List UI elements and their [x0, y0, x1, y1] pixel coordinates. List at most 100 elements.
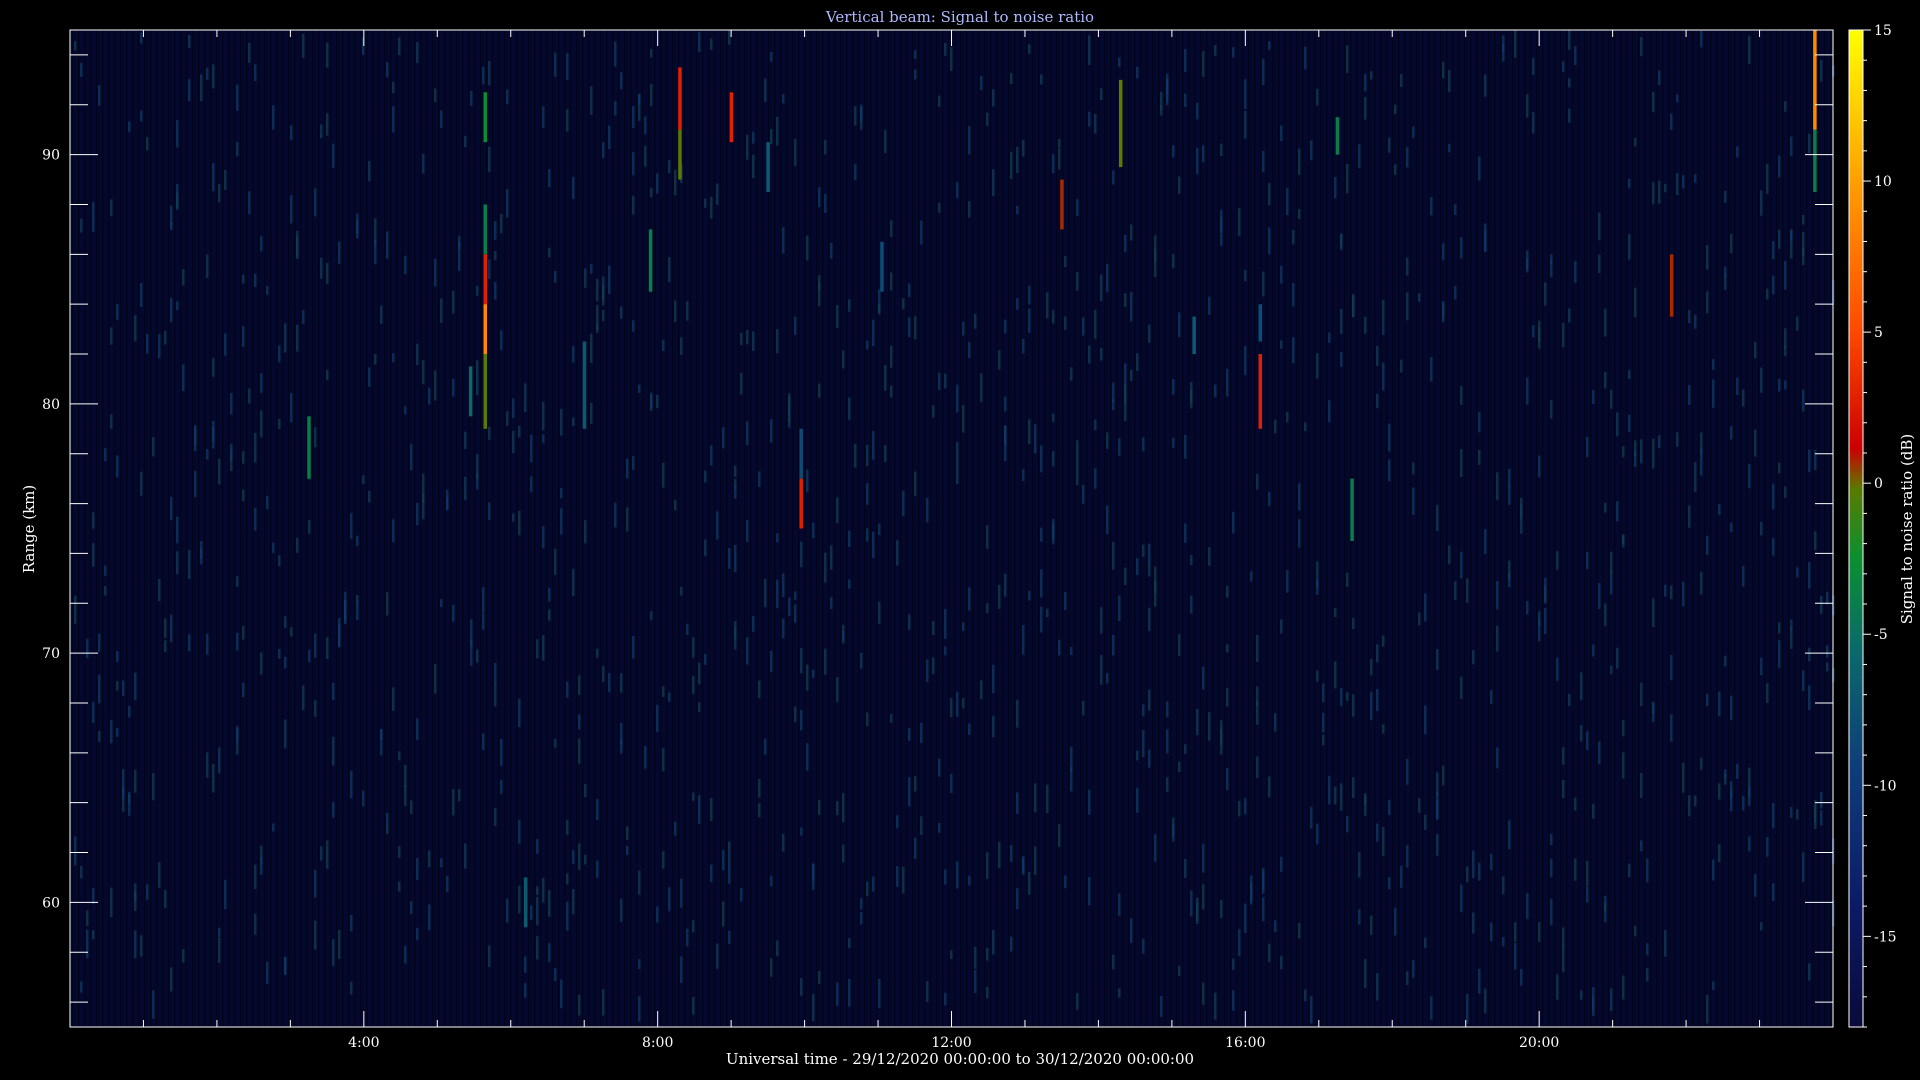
noise-speck: [1100, 88, 1103, 100]
profile-gap: [720, 30, 722, 1027]
noise-speck: [1040, 527, 1043, 542]
noise-speck: [1466, 578, 1469, 603]
noise-speck: [518, 425, 521, 438]
noise-speck: [182, 364, 185, 392]
noise-speck: [1346, 45, 1349, 74]
noise-speck: [704, 653, 707, 665]
profile-gap: [318, 30, 320, 1027]
noise-speck: [302, 685, 305, 711]
noise-speck: [632, 456, 635, 470]
noise-speck: [662, 748, 665, 772]
noise-speck: [956, 442, 959, 469]
noise-speck: [314, 427, 317, 448]
echo-segment-18: [1118, 79, 1123, 168]
colorbar-label: Signal to noise ratio (dB): [1898, 434, 1916, 625]
noise-speck: [1292, 283, 1295, 307]
noise-speck: [1166, 777, 1169, 792]
profile-gap: [1608, 30, 1610, 1027]
profile-gap: [384, 30, 386, 1027]
profile-gap: [432, 30, 434, 1027]
noise-speck: [758, 779, 761, 798]
noise-speck: [1358, 852, 1361, 878]
profile-gap: [1230, 30, 1232, 1027]
noise-speck: [1106, 263, 1109, 292]
noise-speck: [962, 321, 965, 336]
noise-speck: [1568, 78, 1571, 88]
noise-speck: [1244, 798, 1247, 815]
noise-speck: [956, 182, 959, 199]
profile-gap: [330, 30, 332, 1027]
noise-speck: [1640, 772, 1643, 799]
profile-gap: [1482, 30, 1484, 1027]
noise-speck: [776, 940, 779, 957]
noise-speck: [878, 303, 881, 313]
noise-speck: [1238, 800, 1241, 817]
noise-speck: [362, 790, 365, 807]
noise-speck: [602, 309, 605, 322]
profile-gap: [1428, 30, 1430, 1027]
noise-speck: [1184, 523, 1187, 543]
profile-gap: [546, 30, 548, 1027]
profile-gap: [600, 30, 602, 1027]
noise-speck: [494, 662, 497, 684]
profile-gap: [1440, 30, 1442, 1027]
echo-segment-2: [483, 92, 488, 143]
profile-gap: [1368, 30, 1370, 1027]
noise-speck: [350, 770, 353, 799]
profile-gap: [1164, 30, 1166, 1027]
noise-speck: [1370, 691, 1373, 721]
noise-speck: [908, 728, 911, 741]
profile-gap: [552, 30, 554, 1027]
profile-gap: [264, 30, 266, 1027]
noise-speck: [632, 106, 635, 128]
noise-speck: [872, 531, 875, 558]
noise-speck: [1046, 784, 1049, 813]
noise-speck: [1700, 571, 1703, 595]
profile-gap: [1056, 30, 1058, 1027]
noise-speck: [656, 906, 659, 923]
noise-speck: [500, 330, 503, 351]
noise-speck: [332, 736, 335, 766]
profile-gap: [1296, 30, 1298, 1027]
profile-gap: [1404, 30, 1406, 1027]
noise-speck: [236, 632, 239, 651]
noise-speck: [1280, 955, 1283, 970]
noise-speck: [164, 640, 167, 652]
noise-speck: [656, 394, 659, 409]
noise-speck: [1394, 164, 1397, 175]
noise-speck: [1358, 144, 1361, 169]
noise-speck: [1268, 491, 1271, 506]
noise-speck: [560, 508, 563, 535]
noise-speck: [1592, 987, 1595, 1012]
profile-gap: [930, 30, 932, 1027]
noise-speck: [368, 160, 371, 182]
noise-speck: [788, 597, 791, 616]
profile-gap: [1794, 30, 1796, 1027]
noise-speck: [308, 649, 311, 663]
noise-speck: [1406, 971, 1409, 985]
noise-speck: [386, 231, 389, 259]
noise-speck: [476, 360, 479, 372]
noise-speck: [1316, 823, 1319, 845]
noise-speck: [776, 116, 779, 146]
noise-speck: [1028, 590, 1031, 601]
noise-speck: [176, 192, 179, 210]
noise-speck: [1376, 973, 1379, 1001]
noise-speck: [1298, 483, 1301, 511]
profile-gap: [1002, 30, 1004, 1027]
noise-speck: [1214, 44, 1217, 56]
profile-gap: [1356, 30, 1358, 1027]
noise-speck: [692, 920, 695, 933]
noise-speck: [1064, 255, 1067, 268]
noise-speck: [548, 247, 551, 258]
noise-speck: [1610, 570, 1613, 595]
profile-gap: [894, 30, 896, 1027]
profile-gap: [444, 30, 446, 1027]
noise-speck: [398, 881, 401, 892]
noise-speck: [1226, 585, 1229, 598]
noise-speck: [1418, 798, 1421, 813]
noise-speck: [896, 540, 899, 566]
noise-speck: [302, 310, 305, 324]
noise-speck: [548, 889, 551, 917]
noise-speck: [1808, 647, 1811, 662]
